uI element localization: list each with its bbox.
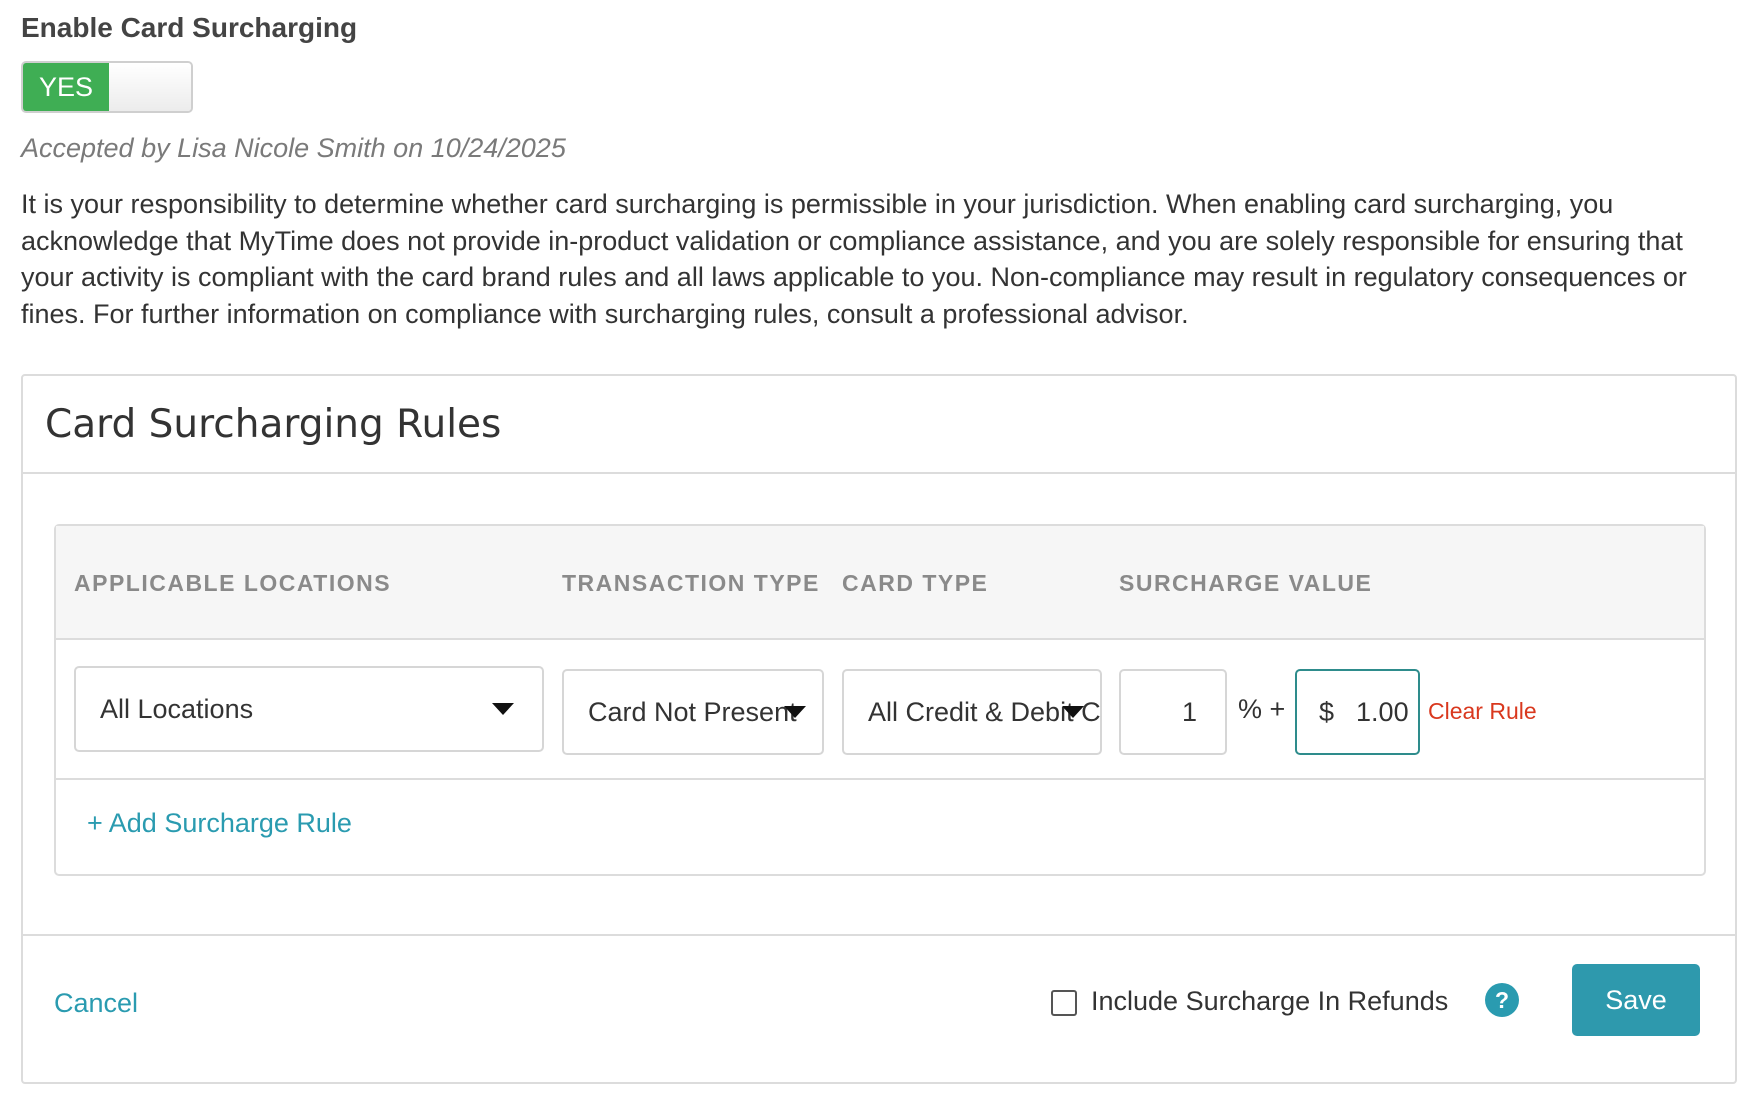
transaction-type-select[interactable]: Card Not Present — [562, 669, 824, 755]
footer-divider — [23, 934, 1735, 936]
enable-surcharging-toggle[interactable]: YES — [21, 61, 193, 113]
col-card-type: CARD TYPE — [842, 570, 989, 596]
cancel-link[interactable]: Cancel — [54, 988, 138, 1019]
table-row: All Locations Card Not Present All Credi… — [56, 640, 1704, 780]
compliance-disclaimer: It is your responsibility to determine w… — [21, 189, 1687, 329]
toggle-handle[interactable] — [109, 63, 191, 111]
include-surcharge-refunds-checkbox[interactable] — [1051, 990, 1077, 1016]
fixed-surcharge-input[interactable]: $ 1.00 — [1295, 669, 1420, 755]
percent-plus-label: % + — [1238, 694, 1286, 724]
include-surcharge-refunds-label[interactable]: Include Surcharge In Refunds — [1091, 986, 1448, 1017]
enable-surcharging-title: Enable Card Surcharging — [21, 12, 358, 43]
percent-surcharge-input[interactable]: 1 — [1119, 669, 1227, 755]
panel-title: Card Surcharging Rules — [23, 376, 1735, 474]
help-icon[interactable]: ? — [1485, 983, 1519, 1017]
chevron-down-icon — [492, 703, 514, 715]
accepted-by-text: Accepted by Lisa Nicole Smith on 10/24/2… — [21, 133, 566, 163]
location-select[interactable]: All Locations — [74, 666, 544, 752]
location-select-value: All Locations — [100, 693, 254, 724]
toggle-yes-label: YES — [23, 63, 109, 111]
card-type-select[interactable]: All Credit & Debit C — [842, 669, 1102, 755]
transaction-type-value: Card Not Present — [588, 696, 797, 727]
col-transaction-type: TRANSACTION TYPE — [562, 570, 820, 596]
col-applicable-locations: APPLICABLE LOCATIONS — [74, 570, 392, 596]
col-surcharge-value: SURCHARGE VALUE — [1119, 570, 1373, 596]
fixed-surcharge-value: 1.00 — [1356, 696, 1409, 727]
save-button[interactable]: Save — [1572, 964, 1700, 1036]
rules-table: APPLICABLE LOCATIONS TRANSACTION TYPE CA… — [54, 524, 1706, 876]
rules-table-header: APPLICABLE LOCATIONS TRANSACTION TYPE CA… — [56, 526, 1704, 640]
add-surcharge-rule-link[interactable]: + Add Surcharge Rule — [87, 808, 352, 839]
chevron-down-icon — [1062, 706, 1084, 718]
chevron-down-icon — [784, 706, 806, 718]
card-surcharging-rules-panel: Card Surcharging Rules APPLICABLE LOCATI… — [21, 374, 1737, 1084]
clear-rule-link[interactable]: Clear Rule — [1428, 698, 1537, 725]
percent-surcharge-value: 1 — [1181, 696, 1197, 727]
currency-symbol: $ — [1319, 696, 1335, 727]
